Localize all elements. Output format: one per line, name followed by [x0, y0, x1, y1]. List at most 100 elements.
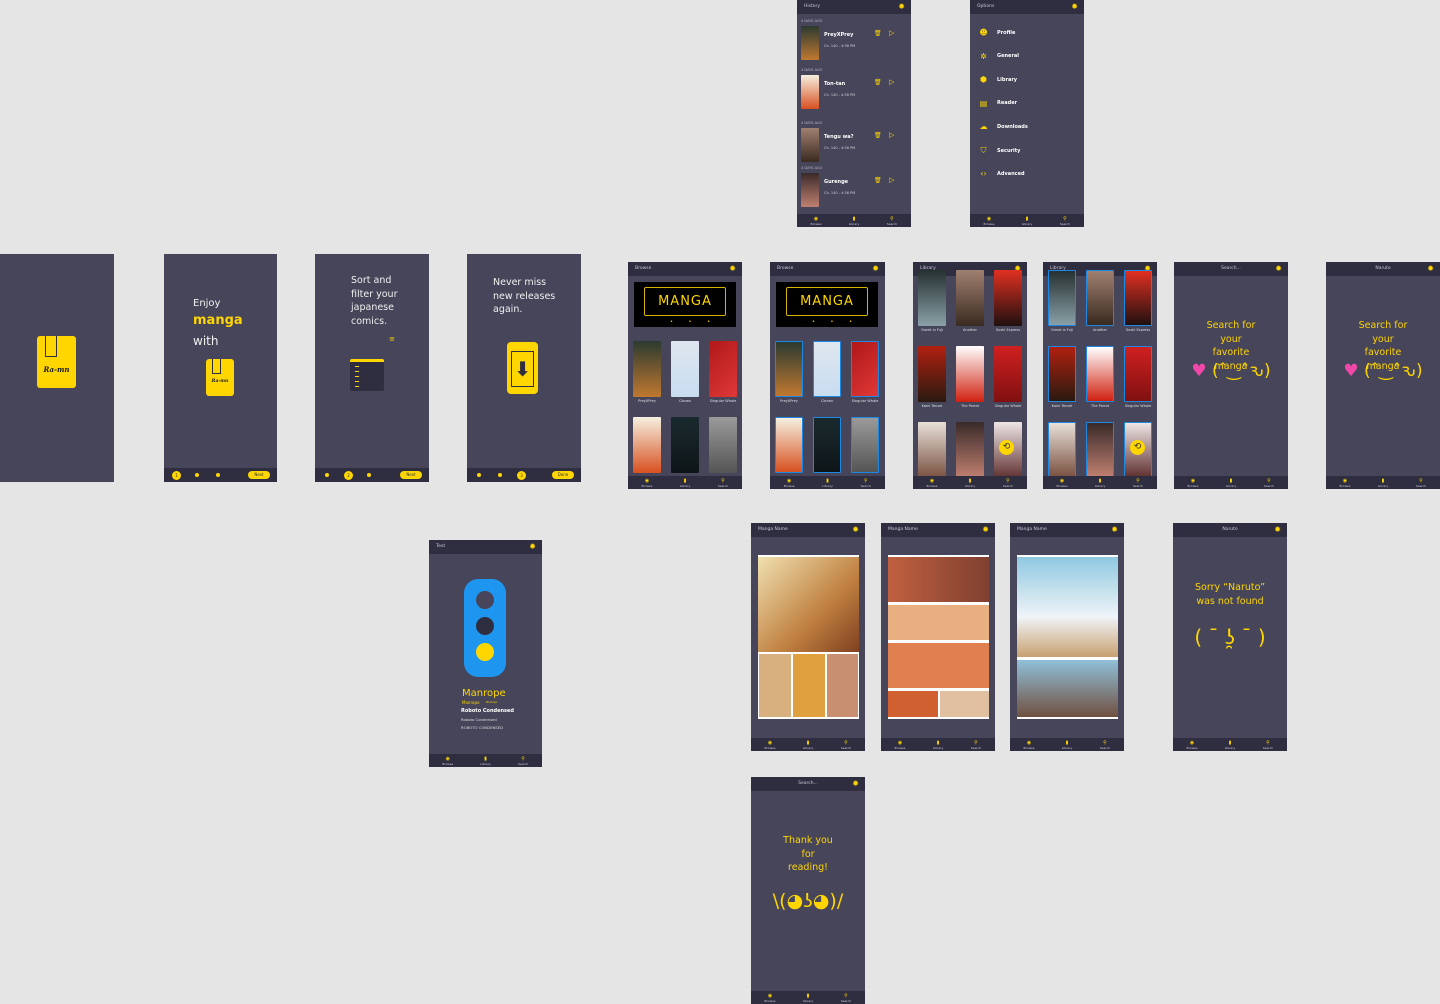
history-entry[interactable]: 4 DAYS AGO Tengu wa? Ch. 140 - 4:56 PM 🗑 ▷ — [797, 121, 911, 166]
done-button[interactable]: Done — [552, 471, 574, 479]
manga-cover[interactable] — [956, 422, 984, 478]
nav-item-browse[interactable]: ◉ Browse — [755, 738, 785, 751]
manga-cover[interactable] — [633, 341, 661, 397]
nav-item-search[interactable]: ⚲ Search — [508, 754, 538, 767]
manga-cover[interactable] — [1048, 422, 1076, 478]
manga-cover[interactable] — [775, 341, 803, 397]
nav-item-library[interactable]: ▮ Library — [812, 476, 842, 489]
option-library[interactable]: ⬢ Library — [979, 75, 1017, 84]
history-entry[interactable]: 4 DAYS AGO Gurenge Ch. 140 - 4:56 PM 🗑 ▷ — [797, 166, 911, 211]
step-dot[interactable] — [195, 473, 199, 477]
settings-gear-icon[interactable]: ✹ — [982, 526, 989, 534]
manga-thumbnail[interactable] — [801, 173, 819, 207]
manga-cover[interactable] — [709, 417, 737, 473]
nav-item-library[interactable]: ▮ Library — [1216, 476, 1246, 489]
nav-item-browse[interactable]: ◉ Browse — [801, 214, 831, 227]
settings-gear-icon[interactable]: ✹ — [872, 265, 879, 273]
nav-item-browse[interactable]: ◉ Browse — [774, 476, 804, 489]
nav-item-search[interactable]: ⚲ Search — [851, 476, 881, 489]
nav-item-search[interactable]: ⚲ Search — [993, 476, 1023, 489]
manga-page[interactable] — [1017, 555, 1118, 719]
manga-cover[interactable] — [918, 422, 946, 478]
manga-cover[interactable] — [1048, 270, 1076, 326]
nav-item-library[interactable]: ▮ Library — [839, 214, 869, 227]
manga-cover[interactable] — [813, 341, 841, 397]
manga-page[interactable] — [758, 555, 859, 719]
settings-gear-icon[interactable]: ✹ — [1275, 265, 1282, 273]
history-fab-icon[interactable]: ⟲ — [999, 440, 1014, 455]
nav-item-search[interactable]: ⚲ Search — [831, 991, 861, 1004]
nav-item-library[interactable]: ▮ Library — [670, 476, 700, 489]
option-reader[interactable]: ▤ Reader — [979, 99, 1017, 108]
history-entry[interactable]: 4 DAYS AGO PreyXPrey Ch. 140 - 4:56 PM 🗑 ▷ — [797, 19, 911, 64]
settings-gear-icon[interactable]: ✹ — [1274, 526, 1281, 534]
manga-cover[interactable] — [851, 417, 879, 473]
manga-cover[interactable] — [1086, 346, 1114, 402]
nav-item-library[interactable]: ▮ Library — [955, 476, 985, 489]
play-icon[interactable]: ▷ — [889, 78, 894, 86]
step-dot[interactable] — [367, 473, 371, 477]
play-icon[interactable]: ▷ — [889, 131, 894, 139]
nav-item-library[interactable]: ▮ Library — [470, 754, 500, 767]
option-profile[interactable]: ☻ Profile — [979, 28, 1015, 37]
nav-item-search[interactable]: ⚲ Search — [1253, 738, 1283, 751]
manga-cover[interactable] — [1124, 346, 1152, 402]
nav-item-browse[interactable]: ◉ Browse — [1014, 738, 1044, 751]
nav-item-browse[interactable]: ◉ Browse — [1047, 476, 1077, 489]
nav-item-library[interactable]: ▮ Library — [1215, 738, 1245, 751]
manga-page[interactable] — [888, 555, 989, 719]
manga-banner[interactable]: MANGA • • • — [634, 282, 736, 327]
nav-item-library[interactable]: ▮ Library — [1368, 476, 1398, 489]
play-icon[interactable]: ▷ — [889, 176, 894, 184]
nav-item-browse[interactable]: ◉ Browse — [755, 991, 785, 1004]
manga-cover[interactable] — [633, 417, 661, 473]
manga-cover[interactable] — [994, 346, 1022, 402]
settings-gear-icon[interactable]: ✹ — [1111, 526, 1118, 534]
play-icon[interactable]: ▷ — [889, 29, 894, 37]
settings-gear-icon[interactable]: ✹ — [852, 526, 859, 534]
step-dot[interactable] — [498, 473, 502, 477]
settings-gear-icon[interactable]: ✹ — [729, 265, 736, 273]
option-downloads[interactable]: ☁ Downloads — [979, 122, 1028, 131]
nav-item-search[interactable]: ⚲ Search — [877, 214, 907, 227]
manga-cover[interactable] — [1086, 422, 1114, 478]
manga-cover[interactable] — [956, 346, 984, 402]
delete-icon[interactable]: 🗑 — [874, 79, 882, 86]
manga-thumbnail[interactable] — [801, 128, 819, 162]
nav-item-search[interactable]: ⚲ Search — [1123, 476, 1153, 489]
manga-cover[interactable] — [1124, 270, 1152, 326]
manga-cover[interactable] — [813, 417, 841, 473]
nav-item-browse[interactable]: ◉ Browse — [917, 476, 947, 489]
settings-gear-icon[interactable]: ✹ — [1071, 3, 1078, 11]
nav-item-browse[interactable]: ◉ Browse — [433, 754, 463, 767]
manga-cover[interactable] — [1048, 346, 1076, 402]
option-general[interactable]: ✲ General — [979, 52, 1019, 61]
history-fab-icon[interactable]: ⟲ — [1130, 440, 1145, 455]
manga-cover[interactable] — [671, 417, 699, 473]
nav-item-browse[interactable]: ◉ Browse — [1178, 476, 1208, 489]
manga-cover[interactable] — [709, 341, 737, 397]
settings-gear-icon[interactable]: ✹ — [529, 543, 536, 551]
manga-cover[interactable] — [671, 341, 699, 397]
nav-item-library[interactable]: ▮ Library — [793, 738, 823, 751]
step-dot[interactable] — [216, 473, 220, 477]
nav-item-search[interactable]: ⚲ Search — [708, 476, 738, 489]
nav-item-library[interactable]: ▮ Library — [1012, 214, 1042, 227]
delete-icon[interactable]: 🗑 — [874, 177, 882, 184]
manga-cover[interactable] — [918, 270, 946, 326]
nav-item-search[interactable]: ⚲ Search — [1406, 476, 1436, 489]
settings-gear-icon[interactable]: ✹ — [898, 3, 905, 11]
nav-item-browse[interactable]: ◉ Browse — [1177, 738, 1207, 751]
delete-icon[interactable]: 🗑 — [874, 30, 882, 37]
manga-thumbnail[interactable] — [801, 75, 819, 109]
nav-item-search[interactable]: ⚲ Search — [831, 738, 861, 751]
manga-cover[interactable] — [775, 417, 803, 473]
nav-item-library[interactable]: ▮ Library — [1052, 738, 1082, 751]
manga-cover[interactable] — [918, 346, 946, 402]
next-button[interactable]: Next — [400, 471, 422, 479]
step-dot[interactable] — [477, 473, 481, 477]
history-entry[interactable]: 4 DAYS AGO Ton-tan Ch. 140 - 4:56 PM 🗑 ▷ — [797, 68, 911, 113]
nav-item-browse[interactable]: ◉ Browse — [632, 476, 662, 489]
settings-gear-icon[interactable]: ✹ — [852, 780, 859, 788]
nav-item-browse[interactable]: ◉ Browse — [885, 738, 915, 751]
